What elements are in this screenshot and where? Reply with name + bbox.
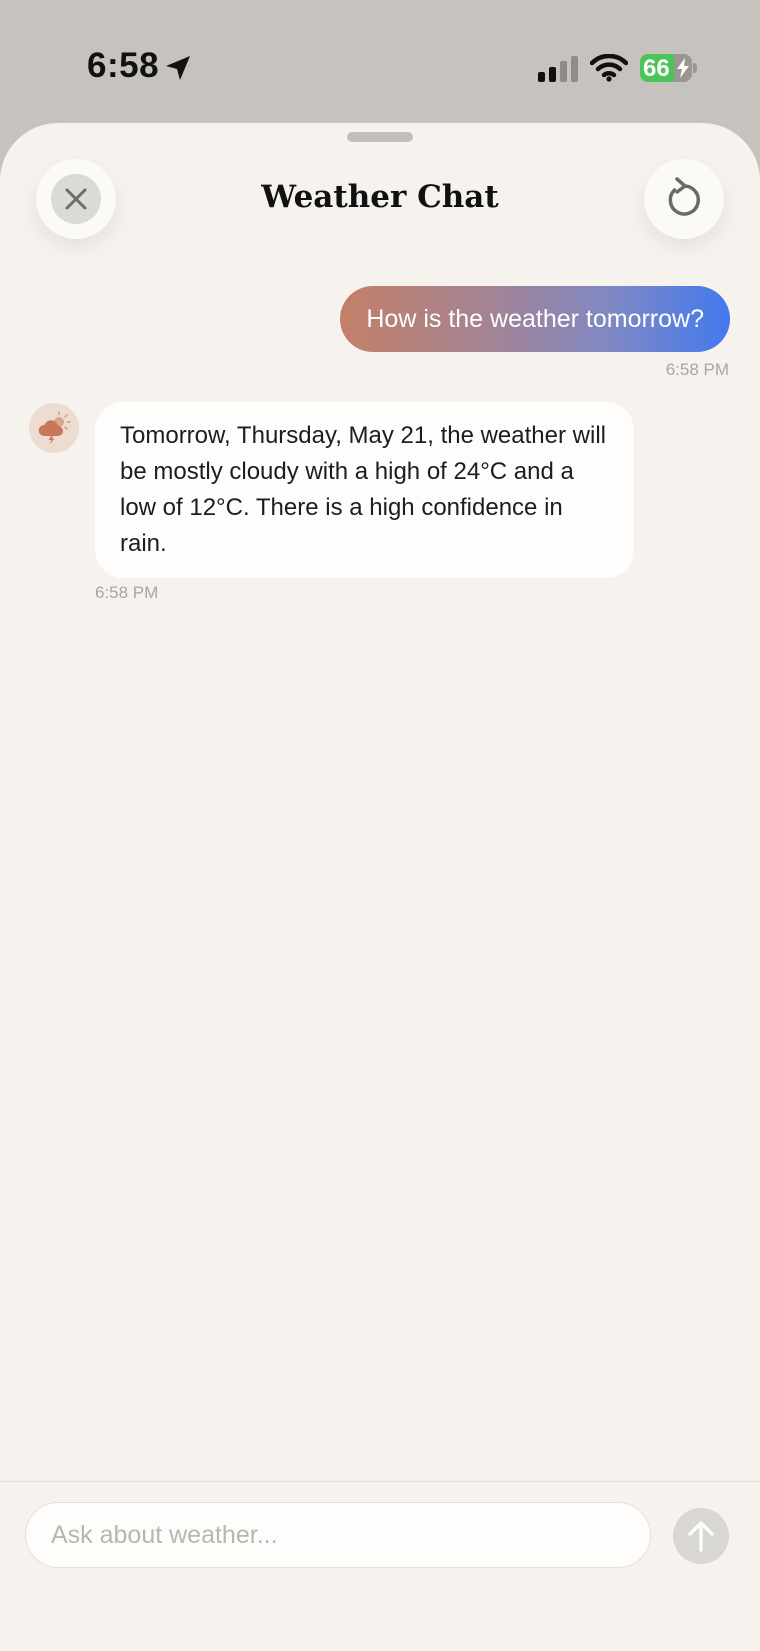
user-message-bubble: How is the weather tomorrow? bbox=[340, 286, 730, 352]
assistant-message-bubble: Tomorrow, Thursday, May 21, the weather … bbox=[95, 402, 634, 578]
status-time: 6:58 bbox=[87, 46, 160, 85]
composer-bar bbox=[0, 1481, 760, 1651]
weather-cloud-sun-lightning-icon bbox=[38, 411, 71, 445]
location-arrow-icon bbox=[166, 56, 190, 80]
chat-sheet: Weather Chat How is the weather tomorrow… bbox=[0, 123, 760, 1651]
battery-body: 66 bbox=[640, 54, 692, 82]
reset-button[interactable] bbox=[644, 159, 724, 239]
charging-bolt-icon bbox=[677, 58, 689, 78]
cellular-signal-icon bbox=[538, 56, 578, 82]
status-bar: 6:58 66 bbox=[0, 0, 760, 125]
battery-charging-icon: 66 bbox=[640, 54, 698, 82]
message-timestamp: 6:58 PM bbox=[665, 360, 729, 379]
message-timestamp: 6:58 PM bbox=[95, 583, 159, 602]
reset-icon bbox=[668, 177, 701, 216]
message-input[interactable] bbox=[25, 1502, 651, 1568]
sheet-grabber[interactable] bbox=[347, 132, 413, 142]
battery-level: 66 bbox=[643, 55, 670, 82]
wifi-icon bbox=[590, 54, 628, 82]
arrow-up-icon bbox=[688, 1521, 714, 1552]
battery-cap bbox=[693, 63, 697, 73]
assistant-avatar bbox=[29, 403, 79, 453]
send-button[interactable] bbox=[673, 1508, 729, 1564]
